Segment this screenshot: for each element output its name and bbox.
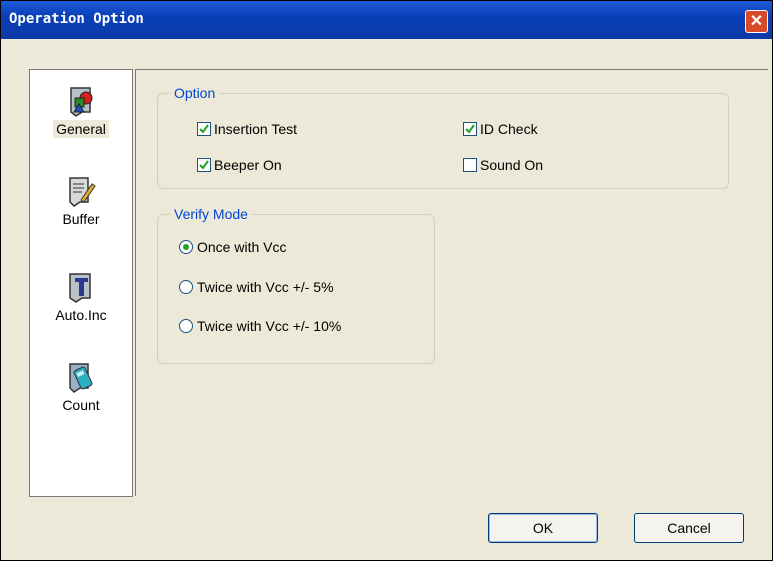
option-group: Option Insertion Test ID Check Beeper On… (157, 85, 729, 189)
ok-button[interactable]: OK (488, 513, 598, 543)
category-sidebar: General Buffer Auto.Inc Count (29, 69, 133, 497)
count-icon (64, 360, 98, 394)
buffer-icon (64, 174, 98, 208)
checkbox-box (463, 158, 477, 172)
auto-inc-icon (64, 270, 98, 304)
radio-twice-10[interactable]: Twice with Vcc +/- 10% (179, 318, 341, 334)
close-icon: ✕ (749, 13, 764, 30)
sidebar-item-label: Auto.Inc (55, 307, 107, 323)
settings-panel: Option Insertion Test ID Check Beeper On… (135, 69, 768, 496)
sound-on-label: Sound On (480, 157, 544, 173)
sidebar-item-label: Count (62, 397, 100, 413)
radio-circle (179, 319, 193, 333)
sidebar-item-label: General (53, 120, 109, 138)
checkbox-box (463, 122, 477, 136)
sidebar-item-general[interactable]: General (30, 84, 132, 139)
radio-label: Once with Vcc (197, 239, 287, 255)
radio-dot (183, 244, 189, 250)
insertion-test-label: Insertion Test (214, 121, 298, 137)
sidebar-item-buffer[interactable]: Buffer (30, 174, 132, 229)
operation-option-window: Operation Option ✕ General Buffer Auto.I… (0, 0, 773, 561)
title-bar[interactable]: Operation Option ✕ (1, 1, 772, 39)
general-icon (64, 84, 98, 118)
beeper-on-checkbox[interactable]: Beeper On (197, 157, 282, 173)
sidebar-item-count[interactable]: Count (30, 360, 132, 415)
sidebar-item-label: Buffer (62, 211, 100, 227)
radio-twice-5[interactable]: Twice with Vcc +/- 5% (179, 279, 334, 295)
radio-once-with-vcc[interactable]: Once with Vcc (179, 239, 286, 255)
close-button[interactable]: ✕ (745, 10, 768, 33)
radio-label: Twice with Vcc +/- 5% (197, 279, 334, 295)
checkbox-box (197, 158, 211, 172)
option-group-legend: Option (170, 85, 220, 101)
verify-mode-legend: Verify Mode (170, 206, 252, 222)
beeper-on-label: Beeper On (214, 157, 282, 173)
id-check-label: ID Check (480, 121, 538, 137)
cancel-button[interactable]: Cancel (634, 513, 744, 543)
sound-on-checkbox[interactable]: Sound On (463, 157, 543, 173)
window-title: Operation Option (9, 11, 144, 27)
checkbox-box (197, 122, 211, 136)
radio-label: Twice with Vcc +/- 10% (197, 318, 342, 334)
radio-circle (179, 280, 193, 294)
insertion-test-checkbox[interactable]: Insertion Test (197, 121, 297, 137)
id-check-checkbox[interactable]: ID Check (463, 121, 538, 137)
sidebar-item-auto-inc[interactable]: Auto.Inc (30, 270, 132, 325)
radio-circle (179, 240, 193, 254)
verify-mode-group: Verify Mode Once with Vcc Twice with Vcc… (157, 206, 435, 364)
